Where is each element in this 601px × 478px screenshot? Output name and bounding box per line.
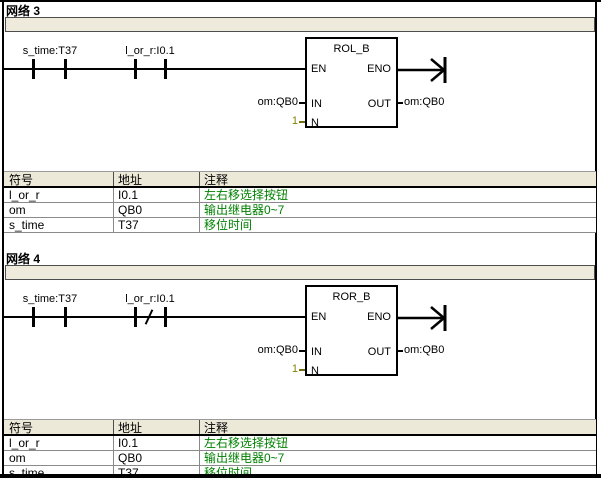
network-3: 网络 3 s_time:T37 l_or_r:I0.1 ROL_B EN ENO… [0,0,601,248]
address-cell: QB0 [113,451,199,465]
symbol-table: 符号 地址 注释 l_or_r I0.1 左右移选择按钮 om QB0 输出继电… [4,171,596,233]
pin-out-label: OUT [368,346,391,358]
network-4: 网络 4 s_time:T37 l_or_r:I0.1 ROR_B EN ENO… [0,248,601,478]
n-pin-tick [299,369,305,371]
table-row[interactable]: om QB0 输出继电器0~7 [4,451,596,466]
contact-1-no[interactable] [32,307,35,327]
pin-out-label: OUT [368,98,391,110]
table-row[interactable]: om QB0 输出继电器0~7 [4,203,596,218]
symbol-cell: om [4,203,113,217]
out-operand-value[interactable]: om:QB0 [404,96,444,108]
symbol-cell: s_time [4,218,113,232]
comment-cell: 输出继电器0~7 [199,203,596,217]
table-header-row: 符号 地址 注释 [4,419,596,436]
col-header-symbol: 符号 [4,172,113,186]
address-cell: I0.1 [113,436,199,450]
n-pin-tick [299,121,305,123]
col-header-address: 地址 [113,172,199,186]
table-row[interactable]: l_or_r I0.1 左右移选择按钮 [4,188,596,203]
contact-1-no[interactable] [32,59,35,79]
pin-n-label: N [311,117,319,129]
pin-in-label: IN [311,346,322,358]
rol-b-block[interactable]: ROL_B EN ENO IN OUT N [305,37,398,128]
rung-wire [4,68,306,70]
comment-cell: 移位时间 [199,218,596,232]
contact-2-no[interactable] [164,59,167,79]
ror-b-block[interactable]: ROR_B EN ENO IN OUT N [305,285,398,376]
symbol-cell: l_or_r [4,188,113,202]
pin-eno-label: ENO [367,63,391,75]
out-pin-tick [397,350,403,352]
ladder-editor-canvas: 网络 3 s_time:T37 l_or_r:I0.1 ROL_B EN ENO… [0,0,601,478]
col-header-comment: 注释 [199,420,596,434]
contact-1-no[interactable] [64,59,67,79]
n-operand-value[interactable]: 1 [230,115,298,127]
address-cell: QB0 [113,203,199,217]
block-title: ROL_B [307,43,396,55]
symbol-cell: om [4,451,113,465]
pin-eno-label: ENO [367,311,391,323]
symbol-cell: l_or_r [4,436,113,450]
in-operand-value[interactable]: om:QB0 [230,96,298,108]
contact-2-nc[interactable] [164,307,167,327]
pin-in-label: IN [311,98,322,110]
pin-n-label: N [311,365,319,377]
comment-cell: 左右移选择按钮 [199,436,596,450]
window-border-bottom [0,474,601,478]
network-3-comment-bar[interactable] [5,17,595,32]
pin-en-label: EN [311,311,326,323]
comment-cell: 左右移选择按钮 [199,188,596,202]
rung-wire [4,316,306,318]
n-operand-value[interactable]: 1 [230,363,298,375]
address-cell: I0.1 [113,188,199,202]
contact-2-label: l_or_r:I0.1 [110,45,190,57]
contact-1-label: s_time:T37 [10,45,90,57]
network-4-comment-bar[interactable] [5,265,595,280]
address-cell: T37 [113,218,199,232]
contact-2-label: l_or_r:I0.1 [110,293,190,305]
block-title: ROR_B [307,291,396,303]
out-pin-tick [397,102,403,104]
in-pin-tick [299,350,305,352]
pin-en-label: EN [311,63,326,75]
col-header-address: 地址 [113,420,199,434]
table-row[interactable]: s_time T37 移位时间 [4,218,596,233]
col-header-comment: 注释 [199,172,596,186]
wire-continuation-arrow-icon [397,52,455,88]
contact-2-nc[interactable] [134,307,137,327]
table-header-row: 符号 地址 注释 [4,171,596,188]
table-row[interactable]: l_or_r I0.1 左右移选择按钮 [4,436,596,451]
out-operand-value[interactable]: om:QB0 [404,344,444,356]
comment-cell: 输出继电器0~7 [199,451,596,465]
wire-continuation-arrow-icon [397,300,455,336]
contact-1-no[interactable] [64,307,67,327]
symbol-table: 符号 地址 注释 l_or_r I0.1 左右移选择按钮 om QB0 输出继电… [4,419,596,478]
in-pin-tick [299,102,305,104]
col-header-symbol: 符号 [4,420,113,434]
contact-2-no[interactable] [134,59,137,79]
contact-1-label: s_time:T37 [10,293,90,305]
in-operand-value[interactable]: om:QB0 [230,344,298,356]
